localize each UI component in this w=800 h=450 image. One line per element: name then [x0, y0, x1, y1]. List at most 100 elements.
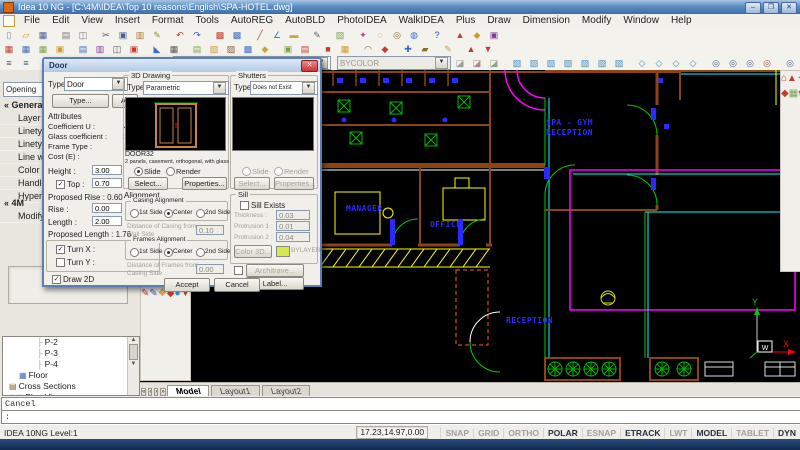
toggle-POLAR[interactable]: POLAR: [543, 428, 582, 438]
menu-item[interactable]: Plus: [450, 15, 481, 26]
opening-icon[interactable]: ▦: [18, 42, 34, 56]
turn-y-checkbox[interactable]: [56, 258, 65, 267]
menu-item[interactable]: View: [75, 15, 109, 26]
print-icon[interactable]: ▤: [58, 28, 74, 42]
close-button[interactable]: ✕: [781, 2, 797, 14]
menu-item[interactable]: Insert: [109, 15, 146, 26]
menu-item[interactable]: Help: [665, 15, 698, 26]
walk-icon[interactable]: ▲: [452, 28, 468, 42]
tree-item[interactable]: ▤Cross Sections: [3, 381, 139, 392]
group-general[interactable]: « General: [4, 100, 45, 110]
snap-settings-icon[interactable]: ▦: [166, 42, 182, 56]
up-icon[interactable]: ▲: [463, 42, 479, 56]
toggle-TABLET[interactable]: TABLET: [731, 428, 773, 438]
door-icon[interactable]: ▦: [35, 42, 51, 56]
iso-sw-icon[interactable]: ◇: [634, 56, 650, 70]
tab-nav-button[interactable]: ‹: [148, 388, 152, 396]
shade-hidden-icon[interactable]: ◪: [469, 56, 485, 70]
menu-item[interactable]: File: [18, 15, 46, 26]
frames-2nd-radio[interactable]: [196, 248, 205, 257]
shade-icon[interactable]: ◪: [452, 56, 468, 70]
beam-icon[interactable]: ◆: [257, 42, 273, 56]
move-icon[interactable]: ▤: [297, 42, 313, 56]
tree-item[interactable]: ├P-3: [3, 348, 139, 359]
architrave-checkbox[interactable]: [234, 266, 243, 275]
menu-item[interactable]: Format: [146, 15, 190, 26]
menu-item[interactable]: Edit: [46, 15, 75, 26]
cut-icon[interactable]: ✂: [98, 28, 114, 42]
format-painter-icon[interactable]: ✎: [149, 28, 165, 42]
iso-nw-icon[interactable]: ◇: [685, 56, 701, 70]
layer-states-icon[interactable]: ▩: [229, 28, 245, 42]
zoom-in-icon[interactable]: ◎: [708, 56, 724, 70]
tree-scrollbar[interactable]: ▲▼: [127, 337, 139, 395]
menu-item[interactable]: PhotoIDEA: [331, 15, 392, 26]
wall-icon[interactable]: ▦: [1, 42, 17, 56]
dialog-title[interactable]: Door: [44, 59, 320, 72]
stairs-icon[interactable]: ▤: [189, 42, 205, 56]
color-combo[interactable]: BYCOLOR▼: [337, 56, 451, 70]
toggle-ETRACK[interactable]: ETRACK: [620, 428, 664, 438]
slab-icon[interactable]: ▧: [206, 42, 222, 56]
view-back-icon[interactable]: ▧: [611, 56, 627, 70]
rise-input[interactable]: [92, 203, 122, 213]
chevron-down-icon[interactable]: ▼: [435, 57, 448, 69]
shutters-type-combo[interactable]: Does not Exist▼: [250, 81, 318, 95]
menu-item[interactable]: AutoBLD: [279, 15, 331, 26]
layer-manager-icon[interactable]: ▩: [212, 28, 228, 42]
menu-item[interactable]: Modify: [576, 15, 617, 26]
arc-icon[interactable]: ◠: [360, 42, 376, 56]
down-icon[interactable]: ▼: [480, 42, 496, 56]
view-icon[interactable]: ▣: [126, 42, 142, 56]
tab-nav-button[interactable]: «: [141, 388, 146, 396]
paste-icon[interactable]: ▥: [132, 28, 148, 42]
frames-1st-radio[interactable]: [130, 248, 139, 257]
toggle-LWT[interactable]: LWT: [664, 428, 691, 438]
toggle-DYN[interactable]: DYN: [773, 428, 800, 438]
image-icon[interactable]: ▧: [332, 28, 348, 42]
tab-nav-button[interactable]: »: [160, 388, 165, 396]
toggle-GRID[interactable]: GRID: [473, 428, 503, 438]
coordinates-display[interactable]: 17.23,14.97,0.00: [356, 426, 428, 439]
zoom-all-icon[interactable]: ◎: [782, 56, 798, 70]
tree-item[interactable]: ├P-4: [3, 359, 139, 370]
3d-properties-button[interactable]: Properties...: [182, 177, 227, 190]
edit-icon[interactable]: ✎: [309, 28, 325, 42]
toggle-ESNAP[interactable]: ESNAP: [582, 428, 620, 438]
turn-x-checkbox[interactable]: ✓: [56, 245, 65, 254]
dimension-icon[interactable]: ▰: [417, 42, 433, 56]
slide-radio[interactable]: [134, 167, 143, 176]
command-history[interactable]: Cancel: [1, 397, 800, 411]
menu-item[interactable]: Tools: [190, 15, 225, 26]
sill-exists-checkbox[interactable]: [240, 201, 249, 210]
roof-tool-icon[interactable]: ▲: [787, 73, 797, 84]
type-button[interactable]: Type...: [52, 94, 109, 108]
copy-icon[interactable]: ▣: [115, 28, 131, 42]
fly-icon[interactable]: ◆: [469, 28, 485, 42]
redo-icon[interactable]: ↷: [189, 28, 205, 42]
chevron-down-icon[interactable]: ▼: [302, 82, 315, 94]
length-input[interactable]: [92, 216, 122, 226]
tab-nav-button[interactable]: ›: [154, 388, 158, 396]
diamond-icon[interactable]: ◆: [781, 88, 789, 99]
tree-item[interactable]: ├P-2: [3, 337, 139, 348]
settings-icon[interactable]: ▣: [486, 28, 502, 42]
casing-1st-radio[interactable]: [130, 209, 139, 218]
toggle-MODEL[interactable]: MODEL: [691, 428, 731, 438]
top-input[interactable]: [92, 178, 122, 188]
draw-2d-checkbox[interactable]: ✓: [52, 275, 61, 284]
menu-item[interactable]: Window: [617, 15, 665, 26]
tab-Layout1[interactable]: Layout1: [211, 385, 259, 396]
view-se-icon[interactable]: ▧: [526, 56, 542, 70]
render-radio[interactable]: [166, 167, 175, 176]
viewport-icon[interactable]: ◫: [109, 42, 125, 56]
view-sw-icon[interactable]: ▧: [509, 56, 525, 70]
polygon-icon[interactable]: ◆: [377, 42, 393, 56]
ucs-icon[interactable]: ◣: [149, 42, 165, 56]
casing-2nd-radio[interactable]: [196, 209, 205, 218]
tab-Model[interactable]: Model: [167, 385, 210, 396]
angle-icon[interactable]: ∠: [269, 28, 285, 42]
group-4m[interactable]: « 4M: [4, 198, 24, 208]
maximize-button[interactable]: ❐: [763, 2, 779, 14]
menu-item[interactable]: AutoREG: [225, 15, 279, 26]
